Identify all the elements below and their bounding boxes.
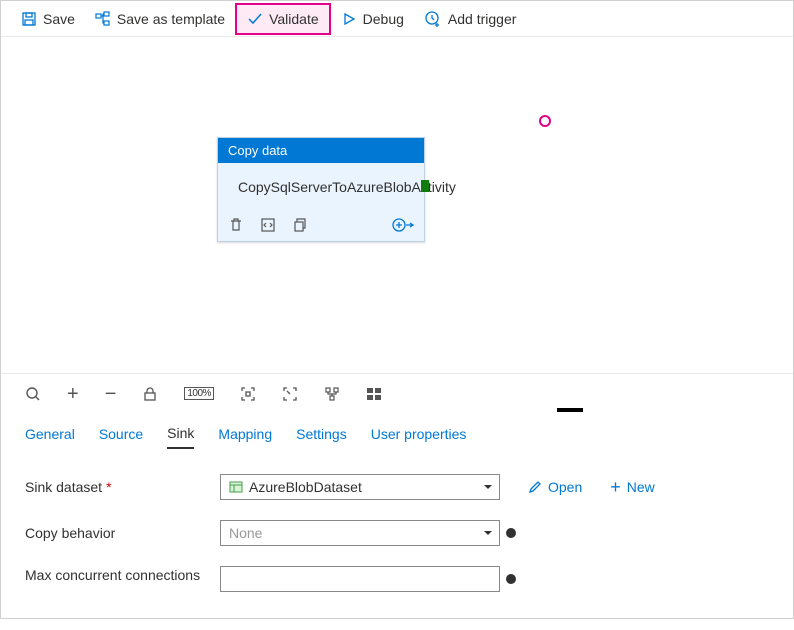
tab-sink[interactable]: Sink: [167, 425, 194, 449]
row-copy-behavior: Copy behavior None: [25, 520, 769, 546]
info-icon[interactable]: [506, 574, 516, 584]
save-as-template-button[interactable]: Save as template: [85, 5, 235, 33]
activity-type-label: Copy data: [218, 138, 424, 163]
search-icon[interactable]: [25, 386, 41, 402]
add-trigger-label: Add trigger: [448, 11, 516, 27]
max-connections-input[interactable]: [220, 566, 500, 592]
max-connections-label: Max concurrent connections: [25, 566, 220, 584]
sink-dataset-select[interactable]: AzureBlobDataset: [220, 474, 500, 500]
save-icon: [21, 11, 37, 27]
properties-tabs: General Source Sink Mapping Settings Use…: [1, 413, 793, 456]
tab-general[interactable]: General: [25, 426, 75, 448]
top-toolbar: Save Save as template Validate Debug Add…: [1, 1, 793, 37]
trigger-icon: [424, 10, 442, 28]
add-output-icon[interactable]: [392, 217, 414, 233]
new-dataset-button[interactable]: + New: [610, 477, 655, 498]
template-icon: [95, 11, 111, 27]
copy-activity-card[interactable]: Copy data CopySqlServerToAzureBlobActivi…: [217, 137, 425, 242]
chevron-down-icon: [483, 482, 493, 492]
clone-icon[interactable]: [292, 217, 308, 233]
plus-icon: +: [610, 477, 621, 498]
add-trigger-button[interactable]: Add trigger: [414, 5, 526, 33]
activity-body: CopySqlServerToAzureBlobActivity: [218, 163, 424, 211]
sink-form: Sink dataset* AzureBlobDataset Open + Ne…: [1, 456, 793, 630]
sink-dataset-value: AzureBlobDataset: [249, 479, 362, 495]
row-max-connections: Max concurrent connections: [25, 566, 769, 592]
code-icon[interactable]: [260, 217, 276, 233]
open-dataset-button[interactable]: Open: [528, 479, 582, 495]
copy-behavior-select[interactable]: None: [220, 520, 500, 546]
fullscreen-icon[interactable]: [282, 386, 298, 402]
zoom-out-icon[interactable]: −: [105, 384, 117, 404]
autolayout-icon[interactable]: [324, 386, 340, 402]
play-icon: [341, 11, 357, 27]
save-button[interactable]: Save: [11, 5, 85, 33]
minimap-icon[interactable]: [366, 386, 382, 402]
info-icon[interactable]: [506, 528, 516, 538]
output-port[interactable]: [421, 180, 429, 192]
tab-mapping[interactable]: Mapping: [218, 426, 272, 448]
activity-footer: [218, 211, 424, 241]
tab-user-properties[interactable]: User properties: [371, 426, 467, 448]
validate-label: Validate: [269, 11, 319, 27]
save-label: Save: [43, 11, 75, 27]
required-mark: *: [102, 479, 111, 495]
edit-icon: [528, 480, 542, 494]
debug-label: Debug: [363, 11, 404, 27]
delete-icon[interactable]: [228, 217, 244, 233]
chevron-down-icon: [483, 528, 493, 538]
save-as-template-label: Save as template: [117, 11, 225, 27]
tab-source[interactable]: Source: [99, 426, 143, 448]
tab-settings[interactable]: Settings: [296, 426, 347, 448]
lock-icon[interactable]: [142, 386, 158, 402]
copy-behavior-value: None: [229, 525, 262, 541]
validate-button[interactable]: Validate: [235, 3, 331, 35]
annotation-circle: [539, 115, 551, 127]
check-icon: [247, 11, 263, 27]
zoom-level[interactable]: 100%: [184, 387, 214, 400]
dataset-icon: [229, 480, 243, 494]
debug-button[interactable]: Debug: [331, 5, 414, 33]
zoom-in-icon[interactable]: +: [67, 384, 79, 404]
fit-screen-icon[interactable]: [240, 386, 256, 402]
row-sink-dataset: Sink dataset* AzureBlobDataset Open + Ne…: [25, 474, 769, 500]
panel-drag-handle[interactable]: [557, 408, 583, 412]
canvas-toolbar: + − 100%: [1, 373, 793, 413]
pipeline-canvas[interactable]: Copy data CopySqlServerToAzureBlobActivi…: [1, 37, 793, 373]
sink-dataset-label: Sink dataset*: [25, 479, 220, 495]
copy-behavior-label: Copy behavior: [25, 525, 220, 541]
